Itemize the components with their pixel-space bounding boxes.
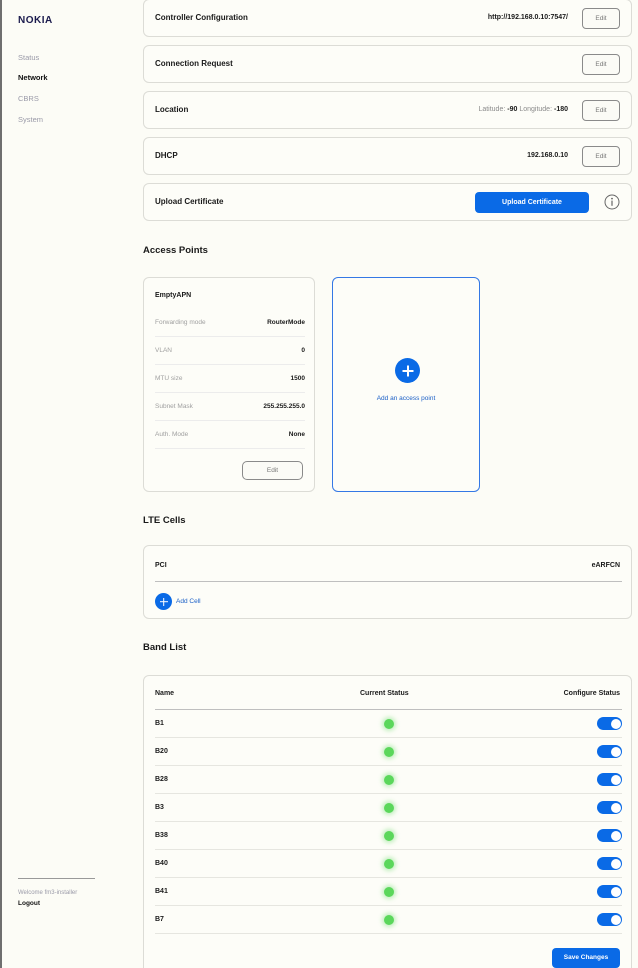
logout-link[interactable]: Logout: [18, 900, 40, 907]
apn-field-row: Auth. Mode None: [155, 421, 305, 449]
apn-field-label: Subnet Mask: [155, 403, 193, 410]
apn-field-row: Forwarding mode RouterMode: [155, 309, 305, 337]
apn-field-label: Forwarding mode: [155, 319, 206, 326]
longitude-value: -180: [553, 106, 568, 113]
apn-field-label: VLAN: [155, 347, 172, 354]
band-toggle[interactable]: [597, 913, 622, 926]
dhcp-edit-button[interactable]: Edit: [582, 146, 620, 167]
band-toggle[interactable]: [597, 857, 622, 870]
band-name: B7: [155, 916, 164, 923]
table-row: B38: [155, 822, 622, 850]
band-name: B1: [155, 720, 164, 727]
status-ok-icon: [384, 747, 394, 757]
configure-status-column-header: Configure Status: [563, 690, 620, 697]
table-row: B20: [155, 738, 622, 766]
lte-cells-card: PCI eARFCN Add Cell: [143, 545, 632, 619]
band-list-card: Name Current Status Configure Status B1 …: [143, 675, 632, 968]
apn-field-row: MTU size 1500: [155, 365, 305, 393]
table-row: B1: [155, 710, 622, 738]
card-title: Location: [155, 105, 189, 114]
card-title: DHCP: [155, 151, 178, 160]
apn-field-row: Subnet Mask 255.255.255.0: [155, 393, 305, 421]
add-cell-button[interactable]: Add Cell: [176, 598, 201, 605]
header-divider: [155, 581, 622, 582]
save-changes-button[interactable]: Save Changes: [552, 948, 620, 968]
apn-edit-button[interactable]: Edit: [242, 461, 303, 480]
longitude-label: Longitude:: [519, 106, 553, 113]
nav-item-system[interactable]: System: [18, 115, 43, 124]
access-points-title: Access Points: [143, 245, 208, 256]
apn-field-value: 255.255.255.0: [263, 403, 305, 410]
upload-certificate-card: Upload Certificate Upload Certificate: [143, 183, 632, 221]
current-status-column-header: Current Status: [360, 690, 409, 697]
apn-field-label: Auth. Mode: [155, 431, 189, 438]
connection-request-card: Connection Request Edit: [143, 45, 632, 83]
controller-configuration-card: Controller Configuration http://192.168.…: [143, 0, 632, 37]
pci-column-header: PCI: [155, 562, 167, 569]
status-ok-icon: [384, 887, 394, 897]
latitude-label: Latitude:: [478, 106, 506, 113]
dhcp-value: 192.168.0.10: [527, 152, 568, 159]
card-title: Controller Configuration: [155, 13, 248, 22]
status-ok-icon: [384, 831, 394, 841]
location-card: Location Latitude: -90 Longitude: -180 E…: [143, 91, 632, 129]
nav-item-status[interactable]: Status: [18, 53, 39, 62]
connection-request-edit-button[interactable]: Edit: [582, 54, 620, 75]
dhcp-card: DHCP 192.168.0.10 Edit: [143, 137, 632, 175]
apn-name: EmptyAPN: [155, 292, 192, 299]
band-name: B41: [155, 888, 168, 895]
table-row: B3: [155, 794, 622, 822]
name-column-header: Name: [155, 690, 175, 697]
apn-field-value: RouterMode: [267, 319, 305, 326]
status-ok-icon: [384, 719, 394, 729]
add-access-point-card[interactable]: Add an access point: [332, 277, 480, 492]
welcome-text: Welcome fm3-installer: [18, 890, 78, 896]
add-access-point-label[interactable]: Add an access point: [333, 395, 479, 402]
band-name: B40: [155, 860, 168, 867]
sidebar: NOKIA Status Network CBRS System Welcome…: [0, 0, 120, 968]
apn-field-row: VLAN 0: [155, 337, 305, 365]
status-ok-icon: [384, 803, 394, 813]
location-value: Latitude: -90 Longitude: -180: [478, 106, 568, 113]
status-ok-icon: [384, 859, 394, 869]
lte-cells-title: LTE Cells: [143, 515, 186, 526]
apn-field-value: None: [288, 431, 305, 438]
band-list-title: Band List: [143, 642, 187, 653]
band-name: B38: [155, 832, 168, 839]
plus-icon[interactable]: [155, 593, 172, 610]
info-icon[interactable]: [604, 194, 620, 210]
card-title: Upload Certificate: [155, 197, 224, 206]
latitude-value: -90: [507, 106, 518, 113]
status-ok-icon: [384, 915, 394, 925]
band-toggle[interactable]: [597, 829, 622, 842]
band-toggle[interactable]: [597, 885, 622, 898]
band-name: B28: [155, 776, 168, 783]
status-ok-icon: [384, 775, 394, 785]
access-point-card: EmptyAPN Forwarding mode RouterMode VLAN…: [143, 277, 315, 492]
upload-certificate-button[interactable]: Upload Certificate: [475, 192, 589, 213]
controller-url-value: http://192.168.0.10:7547/: [487, 14, 568, 21]
band-toggle[interactable]: [597, 773, 622, 786]
nokia-logo: NOKIA: [18, 15, 53, 26]
plus-icon[interactable]: [395, 358, 420, 383]
table-row: B28: [155, 766, 622, 794]
nav-item-network[interactable]: Network: [18, 73, 48, 82]
nav-item-cbrs[interactable]: CBRS: [18, 94, 39, 103]
sidebar-divider: [18, 878, 95, 879]
band-name: B3: [155, 804, 164, 811]
table-row: B7: [155, 906, 622, 934]
earfcn-column-header: eARFCN: [591, 562, 620, 569]
controller-edit-button[interactable]: Edit: [582, 8, 620, 29]
band-toggle[interactable]: [597, 801, 622, 814]
apn-field-value: 1500: [290, 375, 305, 382]
location-edit-button[interactable]: Edit: [582, 100, 620, 121]
band-toggle[interactable]: [597, 717, 622, 730]
apn-field-label: MTU size: [155, 375, 183, 382]
table-row: B41: [155, 878, 622, 906]
band-toggle[interactable]: [597, 745, 622, 758]
band-name: B20: [155, 748, 168, 755]
apn-field-value: 0: [301, 347, 305, 354]
card-title: Connection Request: [155, 59, 233, 68]
table-row: B40: [155, 850, 622, 878]
